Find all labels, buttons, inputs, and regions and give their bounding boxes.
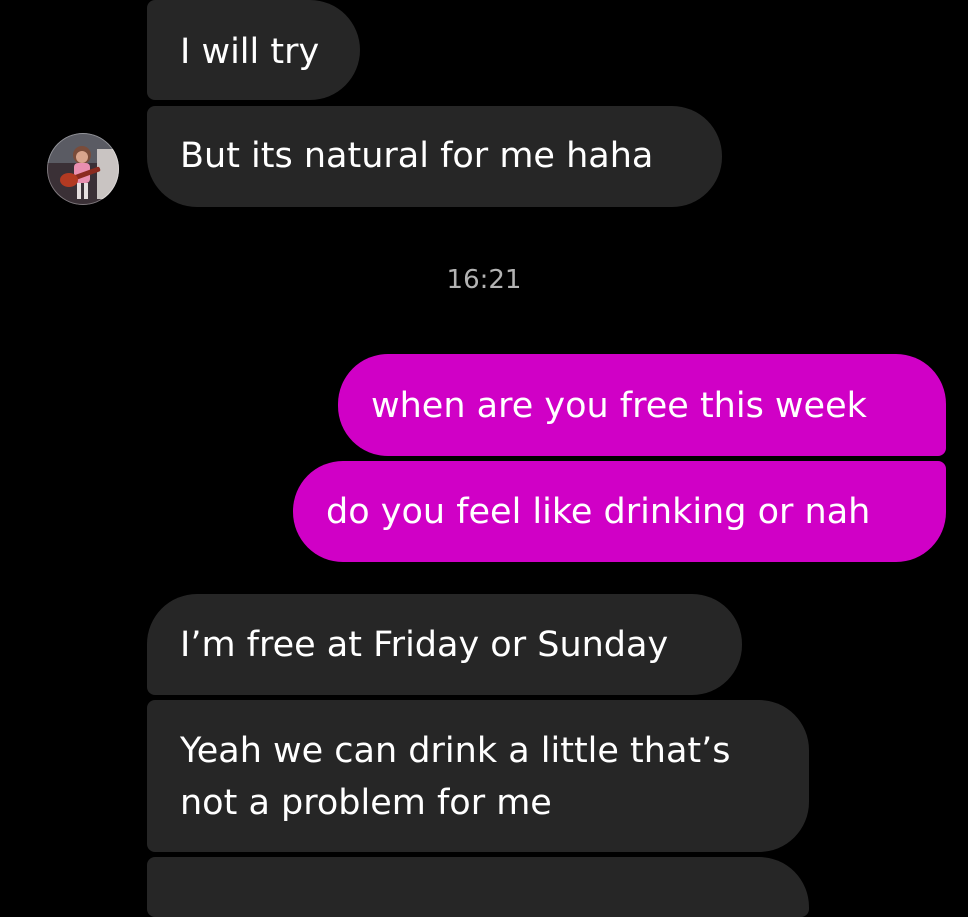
- message-received-bubble-partial[interactable]: [147, 857, 809, 917]
- message-timestamp: 16:21: [446, 265, 522, 295]
- message-text: when are you free this week: [371, 386, 867, 426]
- message-text: But its natural for me haha: [180, 136, 654, 176]
- message-text: do you feel like drinking or nah: [326, 492, 871, 532]
- avatar-photo-icon: [47, 133, 119, 205]
- message-received-bubble[interactable]: But its natural for me haha: [147, 106, 722, 207]
- message-received-bubble[interactable]: I will try: [147, 0, 360, 100]
- message-received-bubble[interactable]: I’m free at Friday or Sunday: [147, 594, 742, 695]
- message-received-bubble[interactable]: Yeah we can drink a little that’s not a …: [147, 700, 809, 852]
- message-text: I’m free at Friday or Sunday: [180, 625, 669, 665]
- message-text: I will try: [180, 32, 320, 72]
- message-sent-bubble[interactable]: do you feel like drinking or nah: [293, 461, 946, 562]
- contact-avatar[interactable]: [47, 133, 119, 205]
- message-sent-bubble[interactable]: when are you free this week: [338, 354, 946, 456]
- message-text: Yeah we can drink a little that’s not a …: [180, 731, 731, 823]
